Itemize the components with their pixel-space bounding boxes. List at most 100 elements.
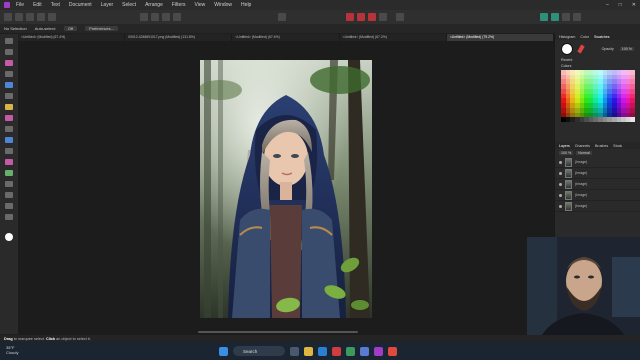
move-tool-icon[interactable]	[5, 38, 13, 44]
layer-row[interactable]: (Image)	[555, 157, 640, 168]
arrange-buttons	[540, 13, 581, 21]
auto-contrast-icon[interactable]	[151, 13, 159, 21]
app-icon-red[interactable]	[332, 346, 341, 356]
menu-file[interactable]: File	[16, 2, 24, 8]
doc-tab[interactable]: <Untitled> (Modified) (67.4%)	[18, 34, 126, 41]
file-explorer-icon[interactable]	[304, 346, 313, 356]
doc-tab[interactable]: <Untitled> (Modified) (67.2%)	[340, 34, 447, 41]
tone-map-persona-icon[interactable]	[37, 13, 45, 21]
foreground-color-swatch[interactable]	[561, 43, 573, 55]
tab-layers[interactable]: Layers	[559, 144, 570, 148]
visibility-icon[interactable]	[559, 182, 562, 186]
text-tool-icon[interactable]	[5, 203, 13, 209]
auto-select-dropdown[interactable]: Off	[63, 26, 78, 31]
affinity-photo-icon[interactable]	[374, 346, 383, 356]
auto-colors-icon[interactable]	[162, 13, 170, 21]
layer-row[interactable]: (Image)	[555, 190, 640, 201]
layer-row[interactable]: (Image)	[555, 168, 640, 179]
tab-color[interactable]: Color	[580, 35, 589, 39]
eyedropper-icon[interactable]	[577, 44, 585, 54]
menu-document[interactable]: Document	[69, 2, 92, 8]
quick-mask-icon[interactable]	[346, 13, 354, 21]
visibility-icon[interactable]	[559, 160, 562, 164]
opacity-field[interactable]: 100 %	[619, 47, 634, 51]
photo-persona-icon[interactable]	[4, 13, 12, 21]
menu-help[interactable]: Help	[241, 2, 251, 8]
menu-arrange[interactable]: Arrange	[145, 2, 163, 8]
layer-row[interactable]: (Image)	[555, 179, 640, 190]
menu-text[interactable]: Text	[51, 2, 60, 8]
visibility-icon[interactable]	[559, 204, 562, 208]
liquify-persona-icon[interactable]	[15, 13, 23, 21]
tab-histogram[interactable]: Histogram	[559, 35, 575, 39]
app-icon-blue[interactable]	[360, 346, 369, 356]
portrait-image	[200, 60, 372, 318]
doc-tab-active[interactable]: <Untitled> (Modified) (79.2%)	[446, 34, 555, 41]
taskbar-search[interactable]: Search	[233, 346, 285, 356]
flood-fill-tool-icon[interactable]	[5, 104, 13, 110]
document-canvas[interactable]	[200, 60, 372, 318]
color-picker-tool-icon[interactable]	[5, 60, 13, 66]
preferences-button[interactable]: Preferences...	[85, 26, 118, 31]
doc-tab[interactable]: <Untitled> (Modified) (67.4%)	[232, 34, 340, 41]
doc-tab[interactable]: 00012-4248691017.png (Modified) (131.8%)	[125, 34, 233, 41]
task-view-icon[interactable]	[290, 346, 299, 356]
canvas-area[interactable]	[18, 41, 554, 335]
layer-options: 100 % Normal	[555, 149, 640, 157]
view-mode-icon[interactable]	[278, 13, 286, 21]
marquee-tool-icon[interactable]	[5, 93, 13, 99]
blend-mode-dropdown[interactable]: Normal	[576, 151, 592, 155]
tab-channels[interactable]: Channels	[575, 144, 590, 148]
export-persona-icon[interactable]	[48, 13, 56, 21]
swatch-palette[interactable]	[561, 70, 635, 122]
erase-tool-icon[interactable]	[5, 126, 13, 132]
close-icon[interactable]: ✕	[632, 2, 636, 8]
develop-persona-icon[interactable]	[26, 13, 34, 21]
weather-widget[interactable]: 38°F Cloudy	[6, 345, 18, 355]
assistant-icon[interactable]	[396, 13, 404, 21]
windows-start-icon[interactable]	[219, 346, 228, 356]
pen-tool-icon[interactable]	[5, 181, 13, 187]
blur-tool-icon[interactable]	[5, 170, 13, 176]
menu-filters[interactable]: Filters	[172, 2, 186, 8]
zoom-tool-icon[interactable]	[5, 214, 13, 220]
menu-select[interactable]: Select	[122, 2, 136, 8]
auto-white-balance-icon[interactable]	[173, 13, 181, 21]
palette-label[interactable]: Colors	[555, 64, 640, 68]
visibility-icon[interactable]	[559, 193, 562, 197]
selection-mode-icon[interactable]	[368, 13, 376, 21]
layer-row[interactable]: (Image)	[555, 201, 640, 212]
app-icon-orange[interactable]	[388, 346, 397, 356]
menu-window[interactable]: Window	[214, 2, 232, 8]
maximize-icon[interactable]: □	[619, 2, 622, 8]
horizontal-scrollbar[interactable]	[198, 331, 358, 333]
menu-layer[interactable]: Layer	[101, 2, 114, 8]
shape-tool-icon[interactable]	[5, 192, 13, 198]
snapping-icon[interactable]	[562, 13, 570, 21]
clone-tool-icon[interactable]	[5, 148, 13, 154]
selection-extra-icon[interactable]	[379, 13, 387, 21]
minimize-icon[interactable]: –	[606, 2, 609, 8]
tab-swatches[interactable]: Swatches	[594, 35, 610, 39]
tab-stock[interactable]: Stock	[613, 144, 622, 148]
arrange-forward-icon[interactable]	[551, 13, 559, 21]
crop-tool-icon[interactable]	[5, 71, 13, 77]
app-icon-green[interactable]	[346, 346, 355, 356]
view-tool-icon[interactable]	[5, 49, 13, 55]
inpainting-tool-icon[interactable]	[5, 159, 13, 165]
arrange-back-icon[interactable]	[540, 13, 548, 21]
swatch-cell[interactable]	[630, 117, 635, 122]
tab-brushes[interactable]: Brushes	[595, 144, 608, 148]
studio-icon[interactable]	[573, 13, 581, 21]
layer-opacity-field[interactable]: 100 %	[559, 151, 574, 155]
primary-color-swatch[interactable]	[5, 233, 13, 241]
visibility-icon[interactable]	[559, 171, 562, 175]
dodge-tool-icon[interactable]	[5, 137, 13, 143]
selection-brush-tool-icon[interactable]	[5, 82, 13, 88]
auto-levels-icon[interactable]	[140, 13, 148, 21]
menu-view[interactable]: View	[195, 2, 206, 8]
menu-edit[interactable]: Edit	[33, 2, 42, 8]
paint-brush-tool-icon[interactable]	[5, 115, 13, 121]
edge-browser-icon[interactable]	[318, 346, 327, 356]
refine-selection-icon[interactable]	[357, 13, 365, 21]
